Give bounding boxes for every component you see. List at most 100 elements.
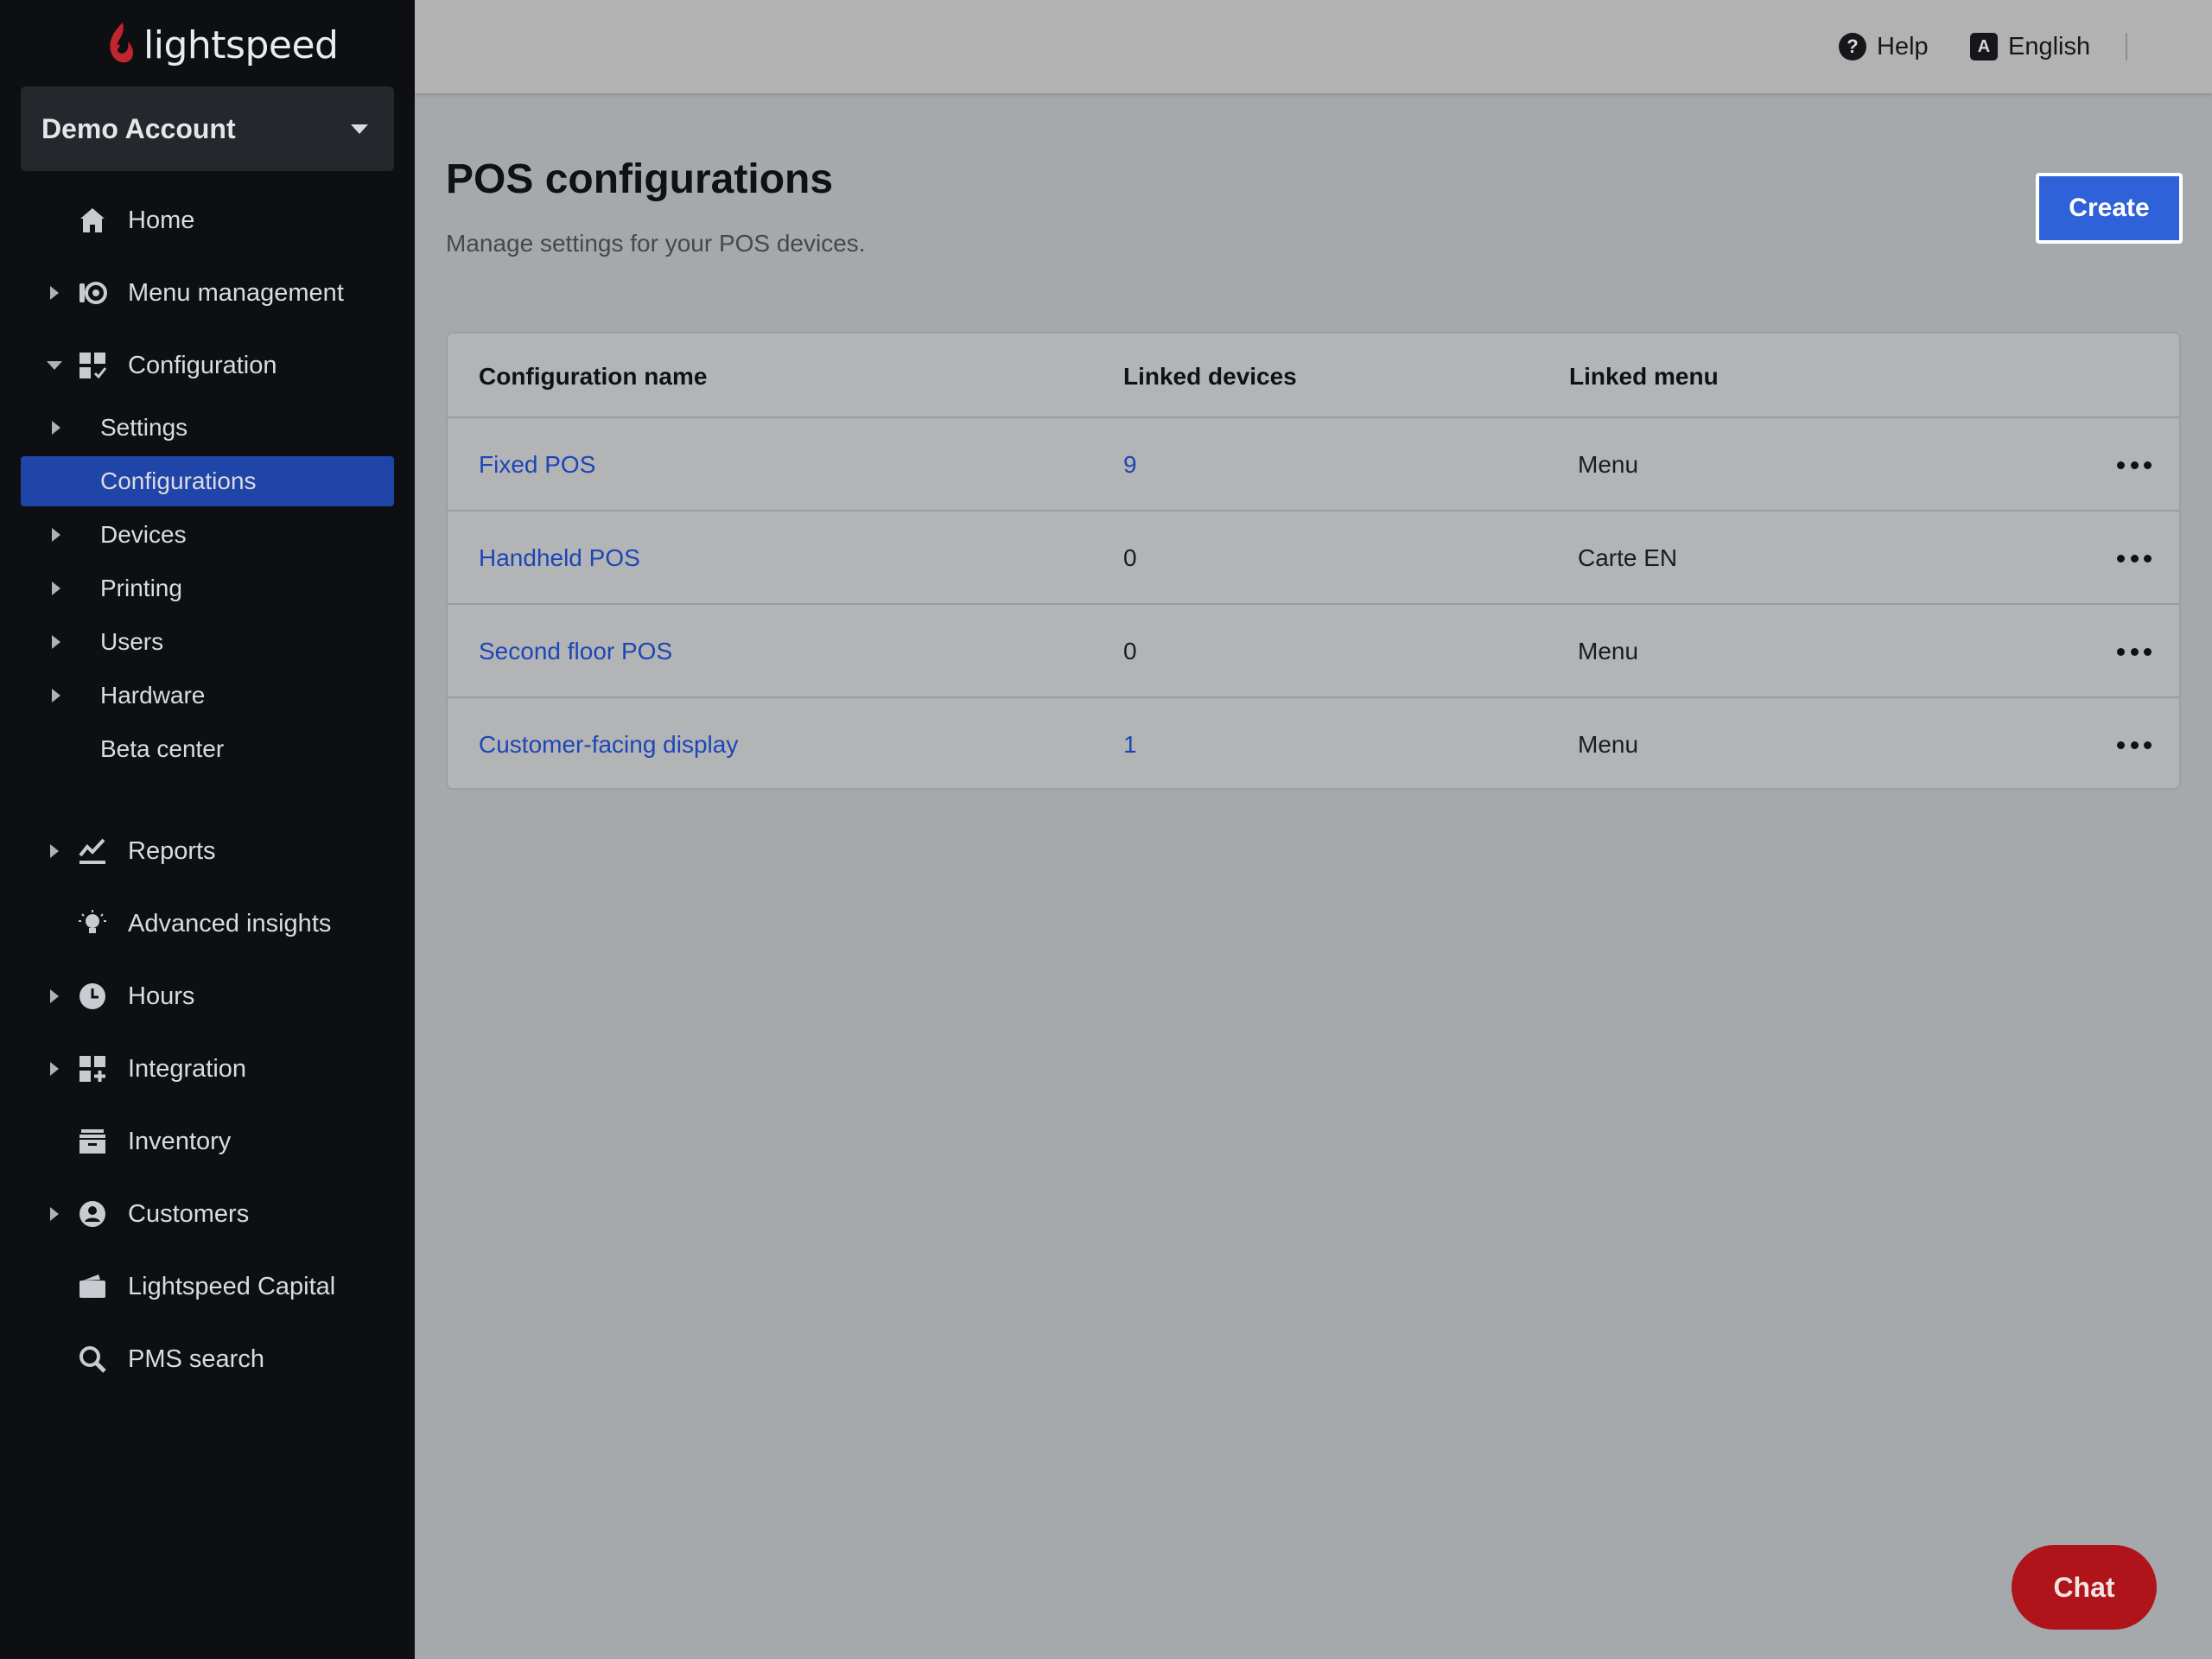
more-options-icon[interactable] — [2117, 634, 2152, 669]
table-row: Fixed POS 9 Menu — [448, 418, 2179, 512]
chevron-right-icon — [52, 528, 60, 542]
more-options-icon[interactable] — [2117, 728, 2152, 762]
sidebar-item-label: Lightspeed Capital — [128, 1272, 336, 1300]
linked-devices-value: 0 — [1123, 638, 1137, 664]
chevron-down-icon — [47, 361, 62, 370]
sidebar-item-inventory[interactable]: Inventory — [0, 1115, 415, 1168]
menu-management-icon — [79, 282, 107, 304]
configuration-icon — [79, 353, 107, 379]
help-button[interactable]: ? Help — [1839, 28, 1929, 66]
chevron-right-icon — [52, 689, 60, 702]
sidebar-subitem-label: Printing — [100, 575, 182, 601]
help-icon: ? — [1839, 33, 1866, 60]
linked-devices-link[interactable]: 1 — [1123, 731, 1137, 759]
sidebar-subitem-configurations[interactable]: Configurations — [0, 454, 415, 508]
sidebar-item-hours[interactable]: Hours — [0, 969, 415, 1023]
sidebar-item-label: Inventory — [128, 1127, 232, 1155]
sidebar-subitem-settings[interactable]: Settings — [0, 401, 415, 454]
language-selector[interactable]: A English — [1970, 28, 2090, 66]
sidebar-item-label: Advanced insights — [128, 909, 332, 938]
sidebar-subitem-users[interactable]: Users — [0, 615, 415, 669]
chevron-right-icon — [50, 286, 59, 300]
language-label: English — [2008, 32, 2091, 60]
linked-menu-value: Menu — [1578, 451, 1639, 478]
clock-icon — [79, 983, 105, 1009]
chevron-right-icon — [52, 582, 60, 595]
page-subtitle: Manage settings for your POS devices. — [446, 230, 866, 257]
more-options-icon[interactable] — [2117, 448, 2152, 482]
column-header-linked-devices[interactable]: Linked devices — [1123, 363, 1297, 391]
linked-devices-link[interactable]: 9 — [1123, 451, 1137, 479]
sidebar-item-label: Menu management — [128, 278, 344, 307]
sidebar-subitem-label: Devices — [100, 521, 187, 548]
sidebar-item-label: Home — [128, 206, 195, 234]
sidebar-item-label: Integration — [128, 1054, 247, 1083]
table-row: Second floor POS 0 Menu — [448, 605, 2179, 698]
page-title: POS configurations — [446, 156, 834, 202]
wallet-icon — [79, 1274, 105, 1298]
sidebar: lightspeed Demo Account Home Menu manage… — [0, 0, 415, 1659]
sidebar-subitem-label: Users — [100, 628, 164, 655]
sidebar-item-home[interactable]: Home — [0, 194, 415, 247]
lightspeed-logo[interactable]: lightspeed — [104, 19, 339, 71]
sidebar-subitem-printing[interactable]: Printing — [0, 562, 415, 615]
table-row: Handheld POS 0 Carte EN — [448, 512, 2179, 605]
sidebar-item-label: Configuration — [128, 351, 277, 379]
sidebar-subitem-hardware[interactable]: Hardware — [0, 669, 415, 722]
chevron-right-icon — [52, 421, 60, 435]
account-selector[interactable]: Demo Account — [21, 86, 394, 171]
search-icon — [79, 1346, 106, 1373]
create-button[interactable]: Create — [2036, 173, 2183, 244]
chevron-right-icon — [50, 844, 59, 858]
language-icon: A — [1970, 33, 1998, 60]
sidebar-subitem-devices[interactable]: Devices — [0, 508, 415, 562]
customer-icon — [79, 1201, 105, 1227]
configurations-table: Configuration name Linked devices Linked… — [446, 332, 2181, 790]
sidebar-subitem-label: Configurations — [100, 467, 257, 494]
configuration-name-link[interactable]: Customer-facing display — [479, 731, 738, 759]
sidebar-subitem-label: Settings — [100, 414, 188, 441]
sidebar-item-lightspeed-capital[interactable]: Lightspeed Capital — [0, 1260, 415, 1313]
sidebar-item-pms-search[interactable]: PMS search — [0, 1332, 415, 1386]
configuration-name-link[interactable]: Second floor POS — [479, 638, 672, 665]
sidebar-subitem-label: Hardware — [100, 682, 206, 709]
chevron-right-icon — [52, 635, 60, 649]
sidebar-item-customers[interactable]: Customers — [0, 1187, 415, 1241]
sidebar-item-label: Reports — [128, 836, 216, 865]
column-header-configuration-name[interactable]: Configuration name — [479, 363, 707, 391]
top-bar — [415, 0, 2212, 93]
sidebar-subitem-beta-center[interactable]: Beta center — [0, 722, 415, 776]
sidebar-item-label: Customers — [128, 1199, 250, 1228]
inventory-icon — [79, 1129, 105, 1154]
more-options-icon[interactable] — [2117, 541, 2152, 575]
sidebar-item-advanced-insights[interactable]: Advanced insights — [0, 897, 415, 950]
table-header: Configuration name Linked devices Linked… — [448, 334, 2179, 418]
home-icon — [80, 208, 105, 232]
sidebar-item-label: Hours — [128, 982, 195, 1010]
chevron-down-icon — [351, 124, 368, 134]
header-divider — [2126, 33, 2127, 60]
sidebar-item-reports[interactable]: Reports — [0, 824, 415, 878]
table-row: Customer-facing display 1 Menu — [448, 698, 2179, 788]
chevron-right-icon — [50, 1207, 59, 1221]
account-name: Demo Account — [41, 112, 236, 144]
integration-icon — [79, 1056, 105, 1082]
configuration-name-link[interactable]: Fixed POS — [479, 451, 595, 479]
sidebar-item-configuration[interactable]: Configuration — [0, 339, 415, 392]
linked-menu-value: Menu — [1578, 731, 1639, 758]
lightbulb-icon — [79, 910, 106, 933]
chevron-right-icon — [50, 989, 59, 1003]
chevron-right-icon — [50, 1062, 59, 1076]
help-label: Help — [1877, 32, 1929, 60]
reports-icon — [79, 838, 105, 864]
configuration-name-link[interactable]: Handheld POS — [479, 544, 640, 572]
linked-menu-value: Carte EN — [1578, 544, 1678, 571]
chat-button[interactable]: Chat — [2012, 1545, 2157, 1630]
column-header-linked-menu[interactable]: Linked menu — [1569, 363, 1719, 391]
sidebar-item-menu-management[interactable]: Menu management — [0, 266, 415, 320]
sidebar-item-integration[interactable]: Integration — [0, 1042, 415, 1096]
linked-menu-value: Menu — [1578, 638, 1639, 664]
logo-text: lightspeed — [143, 22, 339, 67]
linked-devices-value: 0 — [1123, 544, 1137, 571]
sidebar-subitem-label: Beta center — [100, 735, 225, 762]
